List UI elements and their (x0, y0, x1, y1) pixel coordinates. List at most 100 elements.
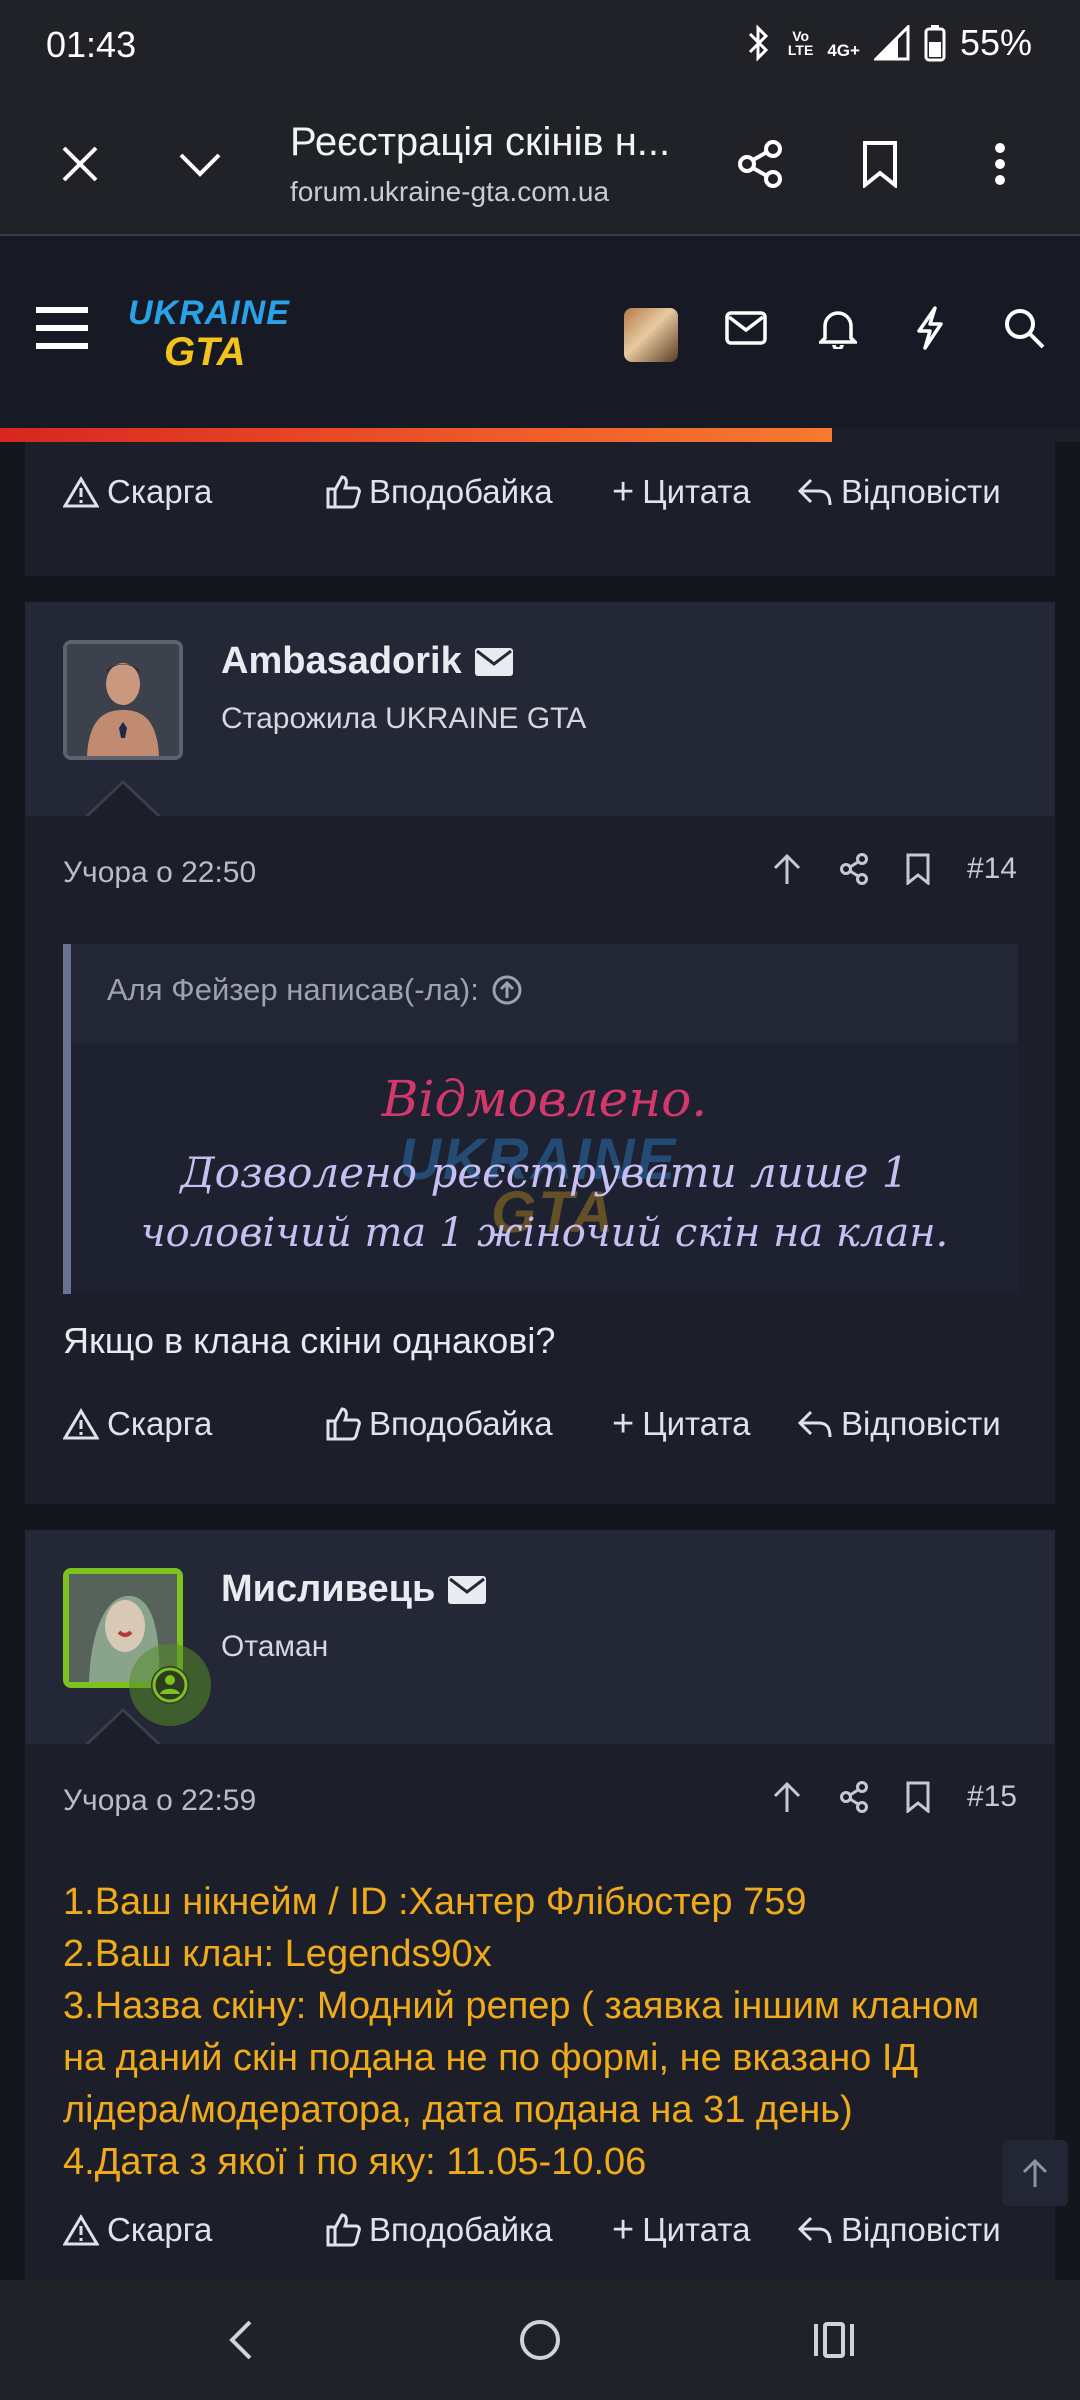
quote-body: UKRAINE GTA Відмовлено. Дозволено реєстр… (71, 1044, 1018, 1294)
plus-icon: + (612, 1402, 635, 1445)
menu-button[interactable] (950, 92, 1050, 236)
recents-icon (814, 2322, 854, 2358)
reply-button[interactable]: Відповісти (797, 1405, 1001, 1443)
scroll-to-top-button[interactable] (1002, 2140, 1068, 2206)
post-line: 2.Ваш клан: Legends90x (63, 1933, 492, 1975)
author-pointer (87, 784, 159, 818)
quote-author[interactable]: Аля Фейзер написав(-ла): (107, 972, 479, 1008)
close-icon (62, 146, 98, 182)
reply-icon (797, 1410, 832, 1438)
battery-percent: 55% (959, 22, 1032, 63)
quote-block: Аля Фейзер написав(-ла): UKRAINE GTA Від… (63, 944, 1018, 1294)
previous-post-footer: Скарга Вподобайка + Цитата Відповісти (25, 442, 1055, 576)
thumbs-up-icon (326, 475, 361, 509)
logo-text-top: UKRAINE (128, 294, 290, 332)
bluetooth-icon (748, 24, 769, 62)
arrow-up-icon (1022, 2158, 1048, 2187)
thumbs-up-icon (326, 1407, 361, 1441)
close-tab-button[interactable] (30, 92, 130, 236)
user-role: Отаман (221, 1630, 329, 1663)
plus-icon: + (612, 2208, 635, 2251)
post-14: Ambasadorik Старожила UKRAINE GTA Учора … (25, 602, 1055, 1504)
thread-content: Скарга Вподобайка + Цитата Відповісти Am… (0, 442, 1080, 2280)
system-nav-bar (0, 2280, 1080, 2400)
site-logo[interactable]: UKRAINE GTA (128, 294, 289, 384)
reading-progress-fill (0, 428, 832, 442)
volte-icon: Vo LTE (787, 28, 814, 58)
bell-icon (819, 311, 857, 349)
network-type: 4G+ (827, 41, 860, 60)
username[interactable]: Мисливець (221, 1568, 435, 1611)
search-button[interactable] (994, 298, 1054, 358)
arrow-up-icon[interactable] (771, 852, 803, 886)
share-button[interactable] (710, 92, 810, 236)
user-avatar-button[interactable] (624, 308, 678, 362)
search-icon (1005, 309, 1045, 349)
warning-icon (63, 476, 99, 508)
back-button[interactable] (200, 2300, 280, 2380)
bookmark-icon[interactable] (905, 1781, 931, 1813)
bookmark-icon[interactable] (905, 853, 931, 885)
post-time[interactable]: Учора о 22:59 (63, 1784, 256, 1818)
like-button[interactable]: Вподобайка (325, 1405, 553, 1443)
envelope-icon (725, 311, 767, 345)
warning-icon (63, 1408, 99, 1440)
home-button[interactable] (500, 2300, 580, 2380)
logo-text-bottom: GTA (164, 330, 246, 374)
post-line: 4.Дата з якої і по яку: 11.05-10.06 (63, 2141, 647, 2183)
like-button[interactable]: Вподобайка (325, 2211, 553, 2249)
hamburger-menu-button[interactable] (30, 298, 94, 358)
avatar[interactable] (63, 1568, 211, 1726)
battery-icon (924, 25, 946, 62)
bookmark-button[interactable] (830, 92, 930, 236)
post-line: 3.Назва скіну: Модний репер ( заявка інш… (63, 1985, 980, 2027)
go-to-quote-icon[interactable] (491, 974, 523, 1006)
share-icon[interactable] (839, 853, 869, 885)
envelope-icon[interactable] (447, 1574, 487, 1606)
recents-button[interactable] (794, 2300, 874, 2380)
chevron-down-icon (179, 153, 221, 177)
quote-button[interactable]: + Цитата (612, 1403, 751, 1446)
user-online-icon (151, 1666, 189, 1704)
page-url[interactable]: forum.ukraine-gta.com.ua (290, 176, 609, 208)
quote-button[interactable]: + Цитата (612, 2209, 751, 2252)
reply-icon (797, 478, 832, 506)
arrow-up-icon[interactable] (771, 1780, 803, 1814)
whats-new-button[interactable] (900, 298, 960, 358)
username[interactable]: Ambasadorik (221, 640, 462, 683)
page-title[interactable]: Реєстрація скінів н... (290, 120, 700, 165)
post-userbar: Ambasadorik Старожила UKRAINE GTA (25, 602, 1055, 816)
avatar[interactable] (63, 640, 183, 760)
post-number[interactable]: #15 (967, 1780, 1017, 1814)
avatar-image (67, 644, 179, 756)
share-icon[interactable] (839, 1781, 869, 1813)
post-line: на даний скін подана не по формі, не вка… (63, 2037, 919, 2079)
post-line: лідера/модератора, дата подана на 31 ден… (63, 2089, 853, 2131)
author-pointer (87, 1712, 159, 1746)
post-15: Мисливець Отаман Учора о 22:59 #15 1.Ваш… (25, 1530, 1055, 2280)
quote-line-3: чоловічий та 1 жіночий скін на клан. (140, 1210, 949, 1256)
status-bar: 01:43 Vo LTE 4G+ 55% (0, 0, 1080, 92)
reply-button[interactable]: Відповісти (797, 2211, 1001, 2249)
home-icon (520, 2320, 560, 2360)
post-actions: Скарга Вподобайка + Цитата Відповісти (25, 1394, 1055, 1454)
post-body: Якщо в клана скіни однакові? (63, 1320, 556, 1361)
post-body: 1.Ваш нікнейм / ID :Хантер Флібюстер 759… (63, 1876, 1023, 2188)
plus-icon: + (612, 470, 635, 513)
notifications-button[interactable] (808, 298, 868, 358)
quote-button[interactable]: + Цитата (612, 471, 751, 514)
envelope-icon[interactable] (474, 646, 514, 678)
post-userbar: Мисливець Отаман (25, 1530, 1055, 1744)
expand-button[interactable] (150, 92, 250, 236)
user-role: Старожила UKRAINE GTA (221, 702, 587, 735)
bookmark-icon (863, 141, 897, 188)
reply-icon (797, 2216, 832, 2244)
report-button[interactable]: Скарга (63, 473, 212, 511)
report-button[interactable]: Скарга (63, 1405, 212, 1443)
messages-button[interactable] (716, 298, 776, 358)
reply-button[interactable]: Відповісти (797, 473, 1001, 511)
like-button[interactable]: Вподобайка (325, 473, 553, 511)
report-button[interactable]: Скарга (63, 2211, 212, 2249)
post-number[interactable]: #14 (967, 852, 1017, 886)
post-time[interactable]: Учора о 22:50 (63, 856, 256, 890)
